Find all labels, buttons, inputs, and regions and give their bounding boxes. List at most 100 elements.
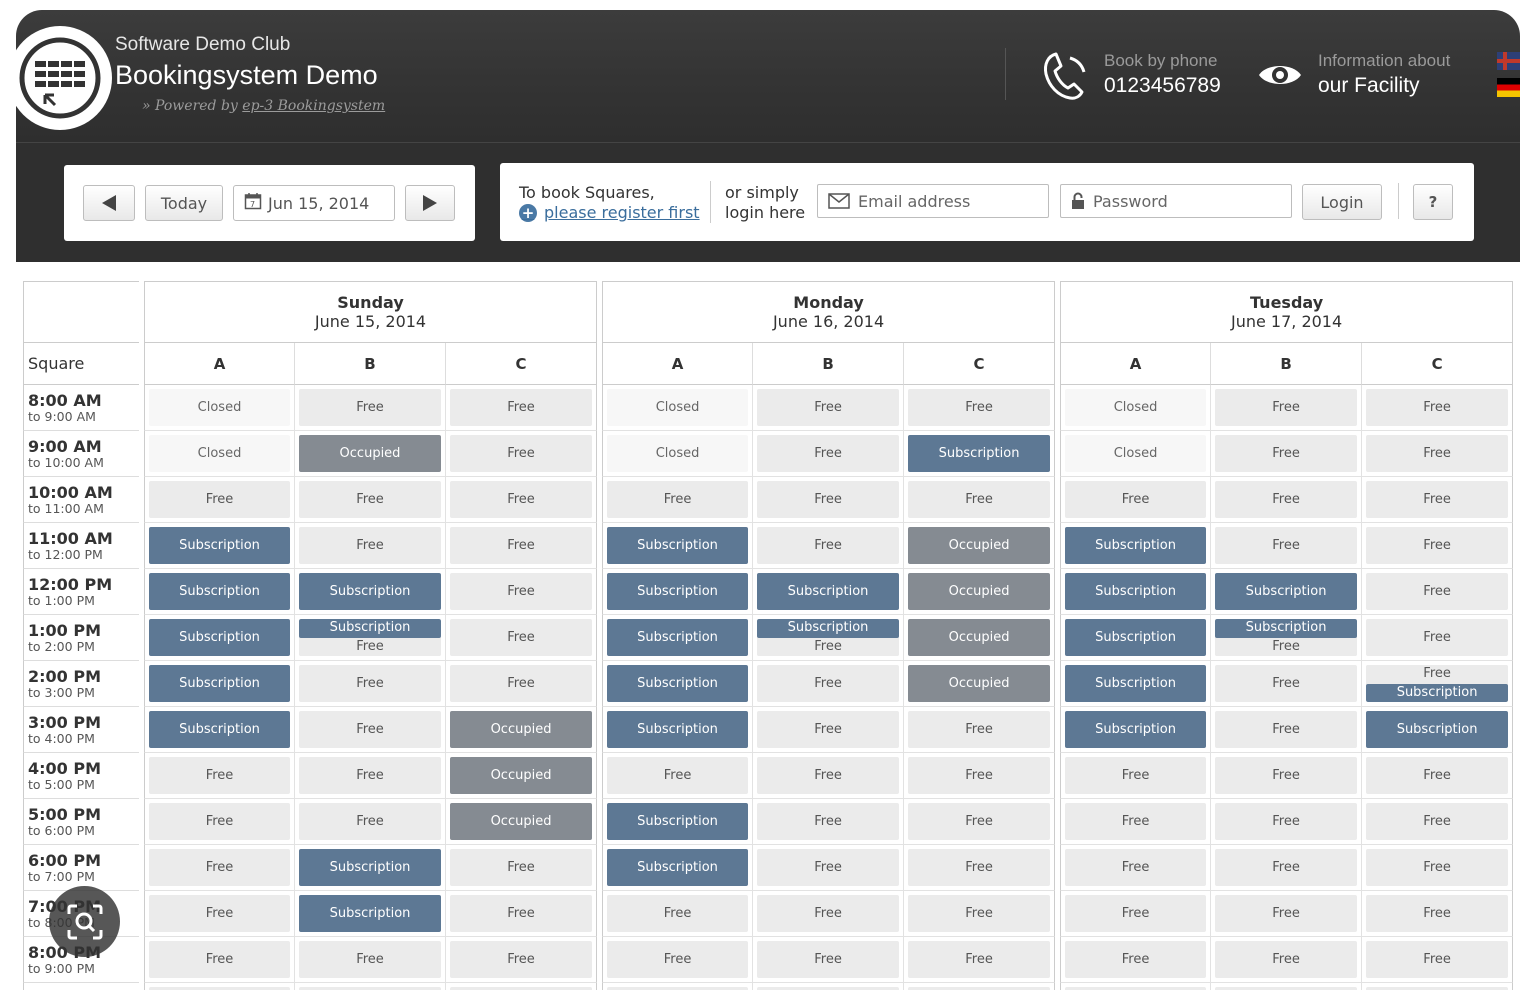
booking-slot[interactable]: Subscription: [1065, 527, 1207, 564]
booking-slot[interactable]: Free: [908, 849, 1051, 886]
booking-slot[interactable]: Occupied: [450, 711, 593, 748]
booking-slot[interactable]: Closed: [1065, 435, 1207, 472]
club-logo-icon[interactable]: [16, 26, 112, 130]
booking-slot[interactable]: Free: [1215, 941, 1358, 978]
booking-slot[interactable]: Free: [607, 895, 749, 932]
booking-slot[interactable]: Free: [149, 757, 290, 794]
booking-slot[interactable]: Subscription Free: [1215, 619, 1358, 656]
phone-number[interactable]: 0123456789: [1104, 74, 1221, 98]
booking-slot[interactable]: Free: [1366, 389, 1509, 426]
booking-slot[interactable]: Free: [607, 481, 749, 518]
system-name[interactable]: Bookingsystem Demo: [115, 60, 378, 91]
booking-slot[interactable]: Occupied: [450, 803, 593, 840]
booking-slot[interactable]: Free: [757, 665, 900, 702]
booking-slot[interactable]: Free: [1215, 711, 1358, 748]
today-button[interactable]: Today: [145, 185, 223, 221]
booking-slot[interactable]: Free: [1366, 573, 1509, 610]
booking-slot[interactable]: Free: [607, 941, 749, 978]
booking-slot[interactable]: Free: [908, 987, 1051, 990]
booking-slot[interactable]: Free: [1215, 757, 1358, 794]
booking-slot[interactable]: Occupied: [908, 619, 1051, 656]
booking-slot[interactable]: Closed: [607, 435, 749, 472]
register-link[interactable]: + please register first: [519, 203, 700, 222]
booking-slot[interactable]: Free: [1215, 803, 1358, 840]
booking-slot[interactable]: Free: [299, 711, 441, 748]
booking-slot[interactable]: Free: [1366, 941, 1509, 978]
booking-slot[interactable]: Free: [1366, 435, 1509, 472]
booking-slot[interactable]: Free: [757, 757, 900, 794]
booking-slot[interactable]: Free: [757, 435, 900, 472]
booking-slot[interactable]: Free Subscription: [1366, 665, 1509, 702]
booking-slot[interactable]: Free: [1366, 757, 1509, 794]
booking-slot[interactable]: Subscription: [607, 803, 749, 840]
booking-slot[interactable]: Free: [1065, 941, 1207, 978]
booking-slot[interactable]: Free: [1366, 803, 1509, 840]
booking-slot[interactable]: Subscription: [149, 711, 290, 748]
booking-slot[interactable]: Subscription: [607, 527, 749, 564]
next-day-button[interactable]: [405, 185, 455, 221]
booking-slot[interactable]: Free: [757, 389, 900, 426]
booking-slot[interactable]: Free: [908, 895, 1051, 932]
booking-slot[interactable]: Closed: [149, 389, 290, 426]
booking-slot[interactable]: Free: [1366, 987, 1509, 990]
booking-slot[interactable]: Subscription: [299, 895, 441, 932]
booking-slot[interactable]: Free: [149, 895, 290, 932]
booking-slot[interactable]: Free: [450, 895, 593, 932]
de-flag-icon[interactable]: [1497, 78, 1520, 97]
booking-slot[interactable]: Free: [757, 803, 900, 840]
booking-slot[interactable]: Free: [757, 849, 900, 886]
booking-slot[interactable]: Free: [757, 895, 900, 932]
booking-slot[interactable]: Free: [450, 987, 593, 990]
booking-slot[interactable]: Subscription: [1065, 619, 1207, 656]
booking-slot[interactable]: Free: [299, 389, 441, 426]
booking-slot[interactable]: Free: [1366, 527, 1509, 564]
booking-slot[interactable]: Free: [908, 389, 1051, 426]
booking-slot[interactable]: Free: [450, 849, 593, 886]
booking-slot[interactable]: Free: [908, 757, 1051, 794]
booking-slot[interactable]: Free: [450, 481, 593, 518]
booking-slot[interactable]: Free: [450, 389, 593, 426]
booking-slot[interactable]: Free: [1366, 481, 1509, 518]
date-picker-field[interactable]: 7 Jun 15, 2014: [233, 185, 395, 221]
booking-slot[interactable]: Free: [757, 527, 900, 564]
booking-slot[interactable]: Subscription: [607, 711, 749, 748]
booking-slot[interactable]: Free: [450, 573, 593, 610]
booking-slot[interactable]: Free: [757, 941, 900, 978]
booking-slot[interactable]: Subscription: [757, 573, 900, 610]
booking-slot[interactable]: Free: [450, 665, 593, 702]
booking-slot[interactable]: Subscription: [1366, 711, 1509, 748]
booking-slot[interactable]: Free: [1065, 803, 1207, 840]
booking-slot[interactable]: Free: [1366, 849, 1509, 886]
booking-slot[interactable]: Free: [607, 757, 749, 794]
booking-slot[interactable]: Free: [1065, 987, 1207, 990]
booking-slot[interactable]: Free: [908, 803, 1051, 840]
booking-slot[interactable]: Subscription: [607, 665, 749, 702]
booking-slot[interactable]: Free: [149, 803, 290, 840]
booking-slot[interactable]: Subscription Free: [757, 619, 900, 656]
booking-slot[interactable]: Subscription: [1065, 665, 1207, 702]
booking-slot[interactable]: Subscription: [908, 435, 1051, 472]
booking-slot[interactable]: Free: [149, 849, 290, 886]
booking-slot[interactable]: Free: [908, 711, 1051, 748]
booking-slot[interactable]: Free: [299, 941, 441, 978]
en-flag-icon[interactable]: [1497, 52, 1520, 70]
booking-slot[interactable]: Free: [1215, 987, 1358, 990]
booking-slot[interactable]: Subscription: [1065, 573, 1207, 610]
booking-slot[interactable]: Subscription: [149, 573, 290, 610]
booking-slot[interactable]: Free: [299, 481, 441, 518]
booking-slot[interactable]: Free: [1215, 527, 1358, 564]
booking-slot[interactable]: Occupied: [908, 665, 1051, 702]
booking-slot[interactable]: Free: [1215, 481, 1358, 518]
booking-slot[interactable]: Closed: [607, 389, 749, 426]
previous-day-button[interactable]: [83, 185, 135, 221]
booking-slot[interactable]: Subscription: [149, 665, 290, 702]
booking-slot[interactable]: Free: [299, 757, 441, 794]
booking-slot[interactable]: Subscription: [607, 573, 749, 610]
booking-slot[interactable]: Occupied: [450, 757, 593, 794]
booking-slot[interactable]: Free: [1366, 895, 1509, 932]
booking-slot[interactable]: Subscription: [299, 573, 441, 610]
booking-slot[interactable]: Subscription: [607, 849, 749, 886]
booking-slot[interactable]: Subscription: [299, 849, 441, 886]
password-field[interactable]: Password: [1060, 184, 1292, 218]
booking-slot[interactable]: Subscription: [149, 619, 290, 656]
